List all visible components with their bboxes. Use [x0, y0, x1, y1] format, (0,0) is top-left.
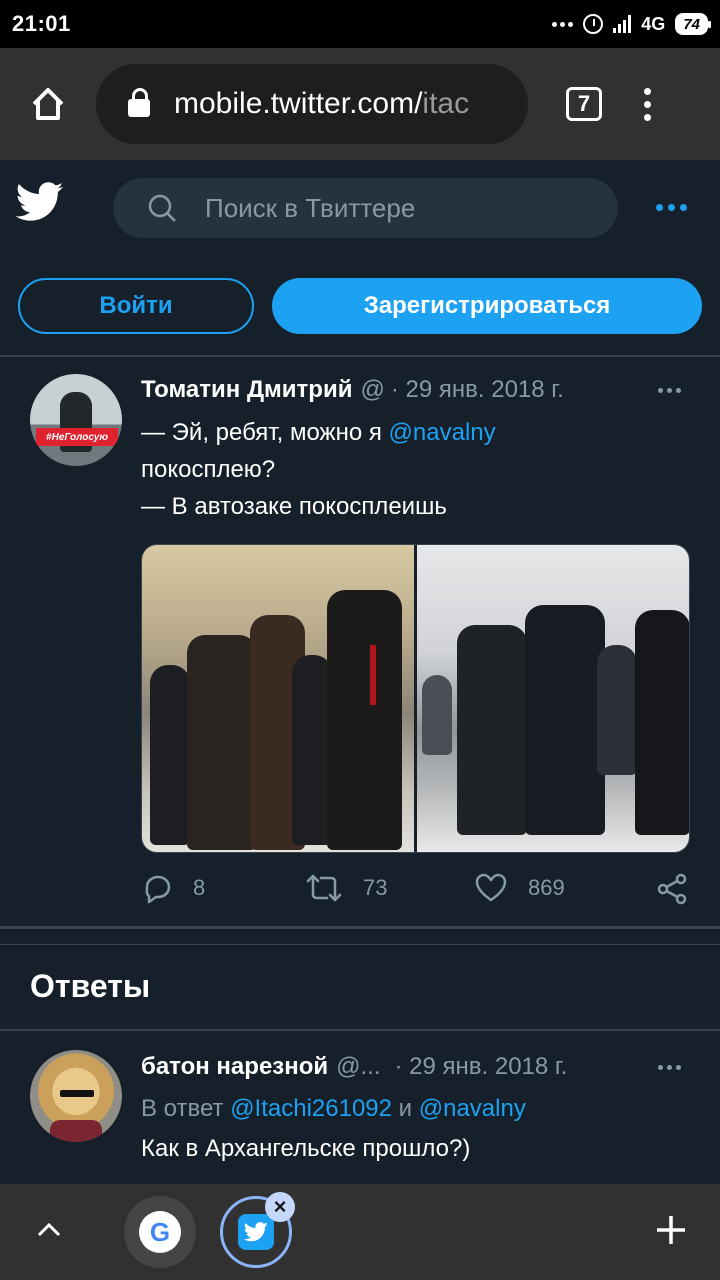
tweet-line-2: покосплею? — [141, 456, 276, 483]
tweet-author-name[interactable]: Томатин Дмитрий — [141, 376, 352, 404]
avatar-tag: #НеГолосую — [36, 428, 118, 446]
reply-author-name[interactable]: батон нарезной — [141, 1053, 328, 1081]
retweet-icon — [306, 874, 342, 902]
avatar[interactable] — [30, 1050, 122, 1142]
alarm-icon — [583, 14, 604, 34]
divider — [0, 355, 720, 357]
notification-dots-icon — [552, 21, 574, 27]
google-icon: G — [139, 1211, 181, 1253]
battery-icon: 74 — [675, 13, 711, 35]
reply-button[interactable]: 8 — [141, 872, 205, 904]
address-bar[interactable]: mobile.twitter.com/itac — [96, 64, 528, 144]
tweet-text: — Эй, ребят, можно я @navalny покосплею?… — [141, 414, 496, 525]
browser-toolbar: mobile.twitter.com/itac 7 — [0, 48, 720, 160]
mention-link[interactable]: @navalny — [419, 1095, 526, 1122]
like-button[interactable]: 869 — [474, 872, 565, 904]
search-icon — [148, 194, 176, 222]
search-input[interactable]: Поиск в Твиттере — [113, 178, 618, 238]
url-main: mobile.twitter.com/ — [174, 87, 423, 120]
reply-icon — [145, 875, 171, 904]
tweet-more-icon[interactable] — [658, 388, 681, 393]
battery-level: 74 — [683, 15, 700, 33]
chevron-up-icon — [37, 1222, 61, 1237]
heart-icon — [475, 873, 507, 902]
network-type: 4G — [641, 13, 666, 34]
in-reply-to-label: В ответ — [141, 1095, 231, 1122]
tab-switcher-button[interactable]: 7 — [566, 87, 602, 121]
tab-google[interactable]: G — [124, 1196, 196, 1268]
more-options-icon[interactable] — [656, 204, 687, 211]
reply-header: батон нарезной @... · 29 янв. 2018 г. — [141, 1053, 567, 1081]
signal-icon — [613, 15, 632, 33]
signup-button[interactable]: Зарегистрироваться — [272, 278, 702, 334]
tab-strip — [0, 1184, 720, 1280]
mention-link[interactable]: @Itachi261092 — [230, 1095, 392, 1122]
close-tab-icon[interactable]: × — [265, 1192, 295, 1222]
conjunction: и — [392, 1095, 419, 1122]
home-icon — [32, 88, 64, 120]
new-tab-button[interactable] — [654, 1213, 688, 1252]
tweet-photo-left[interactable] — [142, 545, 414, 852]
lock-icon — [128, 88, 150, 117]
avatar[interactable]: #НеГолосую — [30, 374, 122, 466]
status-time: 21:01 — [12, 11, 71, 36]
like-count: 869 — [528, 875, 565, 900]
reply-date[interactable]: · 29 янв. 2018 г. — [395, 1053, 568, 1081]
tweet-date[interactable]: · 29 янв. 2018 г. — [391, 376, 564, 404]
reply-author-handle[interactable]: @... — [336, 1053, 380, 1081]
reply-body: В ответ @Itachi261092 и @navalny Как в А… — [141, 1089, 526, 1169]
divider — [0, 1029, 720, 1031]
answers-heading: Ответы — [30, 968, 151, 1004]
tweet-media[interactable] — [141, 544, 690, 853]
url-text: mobile.twitter.com/itac — [174, 87, 469, 121]
reply-text: Как в Архангельске прошло?) — [141, 1135, 471, 1162]
status-bar: 21:01 4G 74 — [0, 0, 720, 48]
tweet-line-1: — Эй, ребят, можно я — [141, 419, 389, 446]
home-button[interactable] — [0, 48, 96, 160]
retweet-count: 73 — [363, 875, 388, 900]
login-button[interactable]: Войти — [18, 278, 254, 334]
share-icon — [657, 873, 687, 905]
tweet-actions: 8 73 869 — [141, 872, 701, 912]
search-placeholder: Поиск в Твиттере — [205, 192, 416, 223]
tab-count: 7 — [577, 91, 591, 116]
reply-count: 8 — [193, 875, 206, 900]
expand-tabs-button[interactable] — [36, 1220, 62, 1243]
tweet-line-3: — В автозаке покосплеишь — [141, 493, 447, 520]
mention-link[interactable]: @navalny — [389, 419, 496, 446]
tweet-author-handle[interactable]: @ — [360, 376, 384, 404]
reply-more-icon[interactable] — [658, 1065, 681, 1070]
twitter-header: Поиск в Твиттере — [0, 160, 720, 256]
divider — [0, 926, 720, 929]
retweet-button[interactable]: 73 — [305, 872, 387, 904]
browser-menu-button[interactable] — [644, 87, 651, 121]
tweet-header: Томатин Дмитрий @ · 29 янв. 2018 г. — [141, 376, 564, 404]
twitter-tab-icon — [238, 1214, 274, 1250]
url-path: itac — [422, 87, 470, 120]
tweet-photo-right[interactable] — [417, 545, 689, 852]
plus-icon — [657, 1216, 685, 1244]
twitter-logo-icon[interactable] — [15, 182, 64, 227]
divider — [0, 944, 720, 945]
share-button[interactable] — [655, 872, 689, 906]
